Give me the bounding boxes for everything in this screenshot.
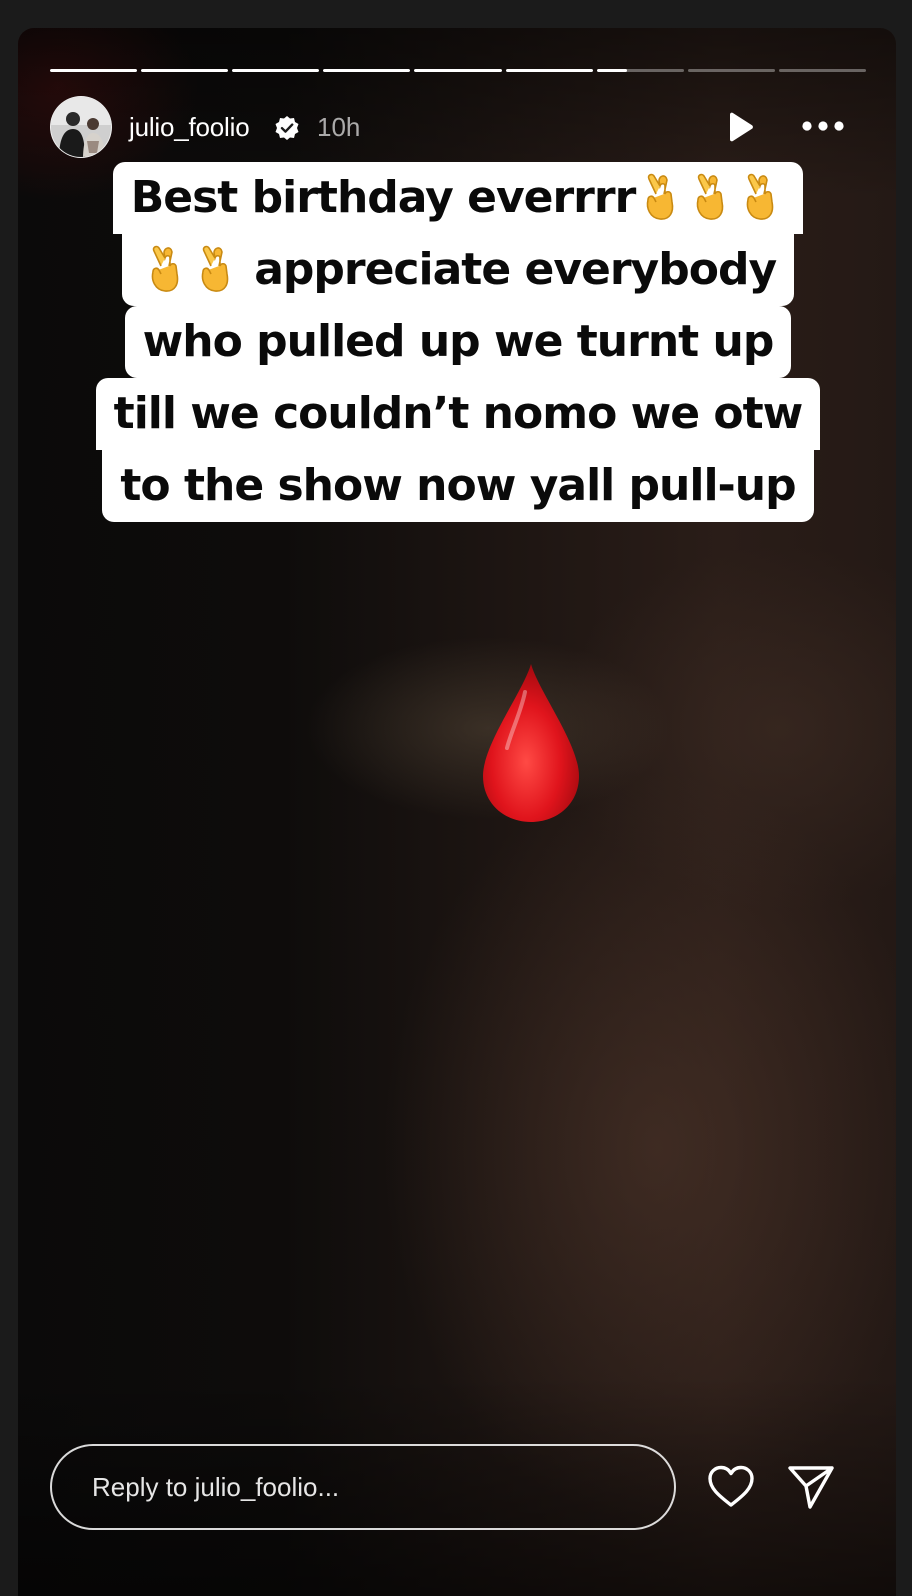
story-caption: Best birthday everrrr appreciate everybo… <box>58 162 858 522</box>
caption-line: to the show now yall pull-up <box>102 450 814 522</box>
story-viewer[interactable]: julio_foolio 10h Best birthday everrrr a… <box>18 28 896 1596</box>
heart-icon[interactable] <box>706 1462 756 1512</box>
crossed-fingers-icon <box>140 244 240 295</box>
caption-line: appreciate everybody <box>121 234 795 306</box>
progress-segment <box>323 69 411 72</box>
play-icon[interactable] <box>724 111 756 143</box>
progress-fill <box>141 69 229 72</box>
username[interactable]: julio_foolio <box>129 112 250 143</box>
story-progress-bar <box>50 69 866 72</box>
progress-segment <box>141 69 229 72</box>
progress-segment <box>232 69 320 72</box>
progress-segment <box>50 69 138 72</box>
send-icon[interactable] <box>786 1462 836 1512</box>
more-icon[interactable] <box>801 114 845 138</box>
avatar[interactable] <box>50 96 112 158</box>
progress-segment <box>414 69 502 72</box>
post-time: 10h <box>317 112 361 142</box>
progress-fill <box>596 69 628 72</box>
progress-fill <box>232 69 320 72</box>
reply-input[interactable]: Reply to julio_foolio... <box>50 1444 676 1530</box>
progress-fill <box>505 69 593 72</box>
progress-segment <box>505 69 593 72</box>
progress-fill <box>50 69 138 72</box>
progress-segment <box>778 69 866 72</box>
progress-fill <box>323 69 411 72</box>
caption-line: till we couldn’t nomo we otw <box>95 378 821 450</box>
blood-drop-icon <box>483 664 579 822</box>
caption-line: Best birthday everrrr <box>112 162 804 234</box>
progress-segment <box>596 69 684 72</box>
progress-fill <box>414 69 502 72</box>
reply-placeholder: Reply to julio_foolio... <box>92 1471 340 1502</box>
crossed-fingers-icon <box>635 172 785 223</box>
verified-badge-icon <box>275 116 299 140</box>
caption-line: who pulled up we turnt up <box>124 306 792 378</box>
progress-segment <box>687 69 775 72</box>
